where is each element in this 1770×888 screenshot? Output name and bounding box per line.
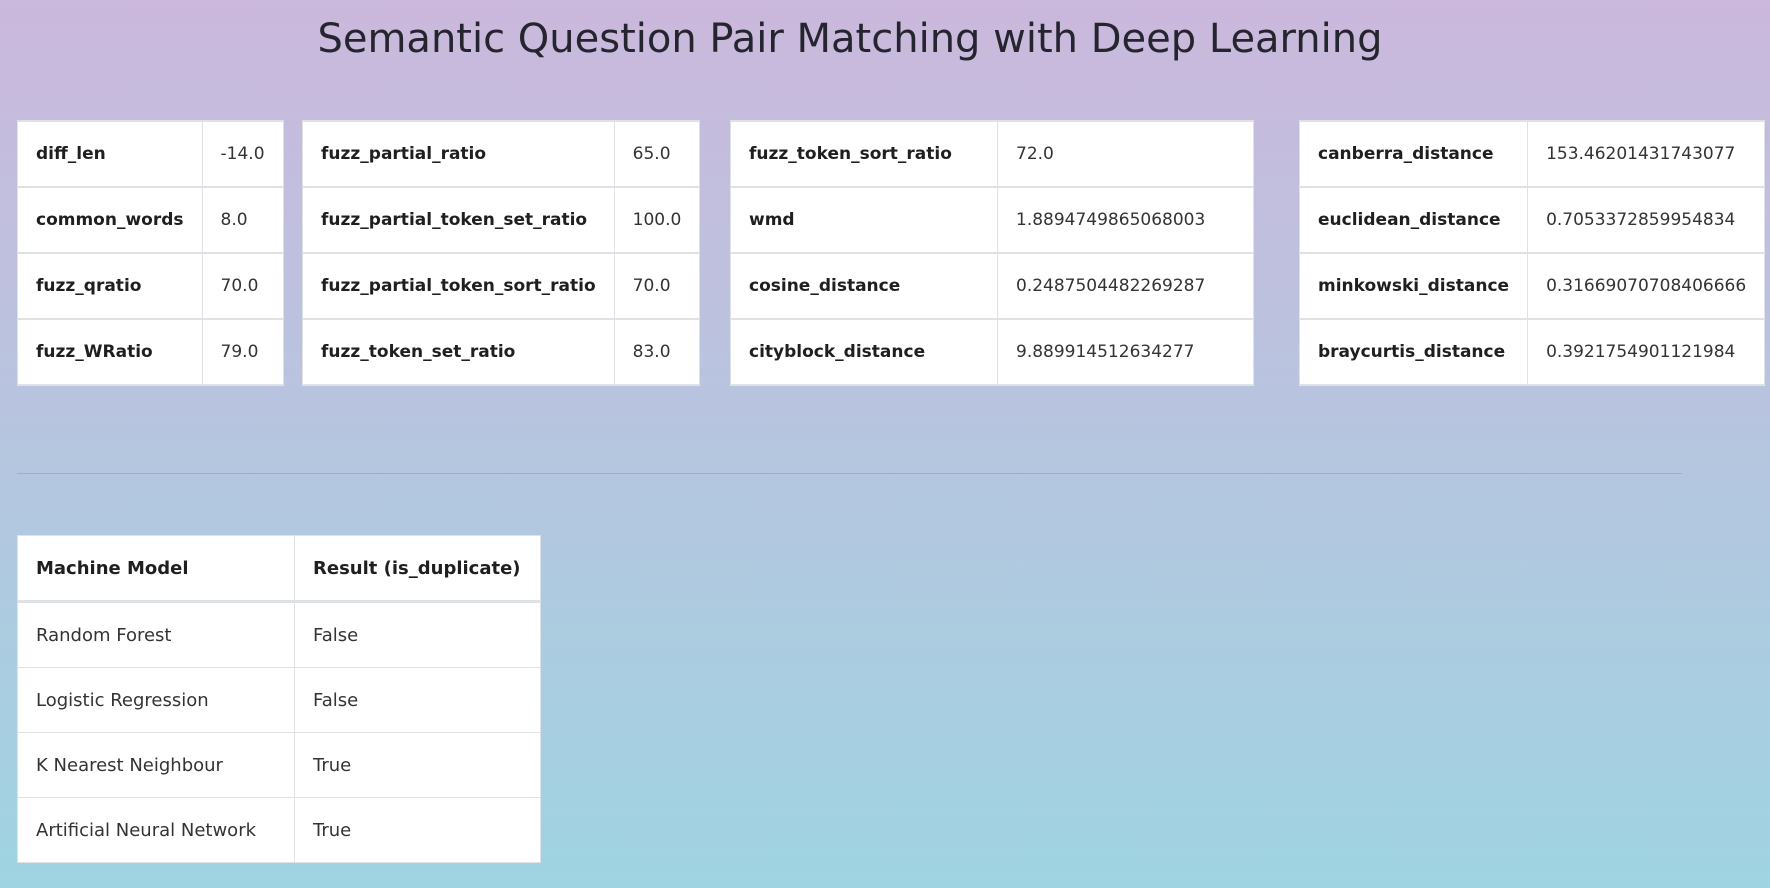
table-row: Logistic Regression False (17, 667, 541, 733)
feature-name: wmd (730, 186, 998, 254)
feature-value: 83.0 (613, 318, 701, 386)
table-row: K Nearest Neighbour True (17, 732, 541, 798)
feature-row: diff_len -14.0 (17, 120, 284, 188)
feature-name: fuzz_partial_token_set_ratio (302, 186, 615, 254)
feature-value: 100.0 (613, 186, 701, 254)
feature-name: minkowski_distance (1298, 252, 1529, 320)
feature-name: fuzz_WRatio (17, 318, 203, 386)
feature-name: fuzz_partial_token_sort_ratio (302, 252, 615, 320)
feature-row: fuzz_partial_ratio 65.0 (302, 120, 701, 188)
feature-value: 153.46201431743077 (1527, 120, 1766, 188)
model-name: K Nearest Neighbour (17, 732, 295, 798)
feature-row: fuzz_token_set_ratio 83.0 (302, 318, 701, 386)
feature-name: fuzz_token_set_ratio (302, 318, 615, 386)
feature-value: 0.31669070708406666 (1527, 252, 1766, 320)
section-divider (17, 473, 1682, 474)
model-result: True (294, 797, 541, 863)
feature-row: fuzz_partial_token_set_ratio 100.0 (302, 186, 701, 254)
feature-value: 70.0 (613, 252, 701, 320)
model-name: Logistic Regression (17, 667, 295, 733)
feature-name: diff_len (17, 120, 203, 188)
column-header-model: Machine Model (17, 535, 295, 603)
feature-row: fuzz_qratio 70.0 (17, 252, 284, 320)
feature-row: minkowski_distance 0.31669070708406666 (1298, 252, 1766, 320)
feature-row: fuzz_WRatio 79.0 (17, 318, 284, 386)
feature-row: common_words 8.0 (17, 186, 284, 254)
model-result: True (294, 732, 541, 798)
feature-table-2: fuzz_partial_ratio 65.0 fuzz_partial_tok… (302, 120, 701, 386)
table-row: Random Forest False (17, 601, 541, 668)
feature-value: 72.0 (997, 120, 1254, 188)
results-table: Machine Model Result (is_duplicate) Rand… (17, 535, 541, 863)
feature-value: 79.0 (201, 318, 284, 386)
feature-value: 0.3921754901121984 (1527, 318, 1766, 386)
feature-name: fuzz_partial_ratio (302, 120, 615, 188)
feature-table-4: canberra_distance 153.46201431743077 euc… (1298, 120, 1766, 386)
column-header-result: Result (is_duplicate) (294, 535, 541, 603)
feature-name: fuzz_token_sort_ratio (730, 120, 998, 188)
feature-value: 1.8894749865068003 (997, 186, 1254, 254)
feature-value: 9.889914512634277 (997, 318, 1254, 386)
model-name: Artificial Neural Network (17, 797, 295, 863)
feature-value: 0.7053372859954834 (1527, 186, 1766, 254)
feature-row: euclidean_distance 0.7053372859954834 (1298, 186, 1766, 254)
table-row: Artificial Neural Network True (17, 797, 541, 863)
page-title: Semantic Question Pair Matching with Dee… (317, 16, 1383, 62)
feature-value: 8.0 (201, 186, 284, 254)
feature-table-3: fuzz_token_sort_ratio 72.0 wmd 1.8894749… (730, 120, 1254, 386)
feature-name: fuzz_qratio (17, 252, 203, 320)
feature-row: wmd 1.8894749865068003 (730, 186, 1254, 254)
feature-row: cityblock_distance 9.889914512634277 (730, 318, 1254, 386)
feature-value: 65.0 (613, 120, 701, 188)
feature-name: common_words (17, 186, 203, 254)
model-name: Random Forest (17, 601, 295, 668)
model-result: False (294, 601, 541, 668)
feature-value: 70.0 (201, 252, 284, 320)
feature-row: cosine_distance 0.2487504482269287 (730, 252, 1254, 320)
model-result: False (294, 667, 541, 733)
feature-name: euclidean_distance (1298, 186, 1529, 254)
feature-value: 0.2487504482269287 (997, 252, 1254, 320)
feature-name: cosine_distance (730, 252, 998, 320)
feature-row: fuzz_partial_token_sort_ratio 70.0 (302, 252, 701, 320)
feature-name: braycurtis_distance (1298, 318, 1529, 386)
feature-row: canberra_distance 153.46201431743077 (1298, 120, 1766, 188)
table-header-row: Machine Model Result (is_duplicate) (17, 535, 541, 603)
feature-row: braycurtis_distance 0.3921754901121984 (1298, 318, 1766, 386)
feature-table-1: diff_len -14.0 common_words 8.0 fuzz_qra… (17, 120, 284, 386)
feature-row: fuzz_token_sort_ratio 72.0 (730, 120, 1254, 188)
feature-name: canberra_distance (1298, 120, 1529, 188)
feature-name: cityblock_distance (730, 318, 998, 386)
feature-value: -14.0 (201, 120, 284, 188)
